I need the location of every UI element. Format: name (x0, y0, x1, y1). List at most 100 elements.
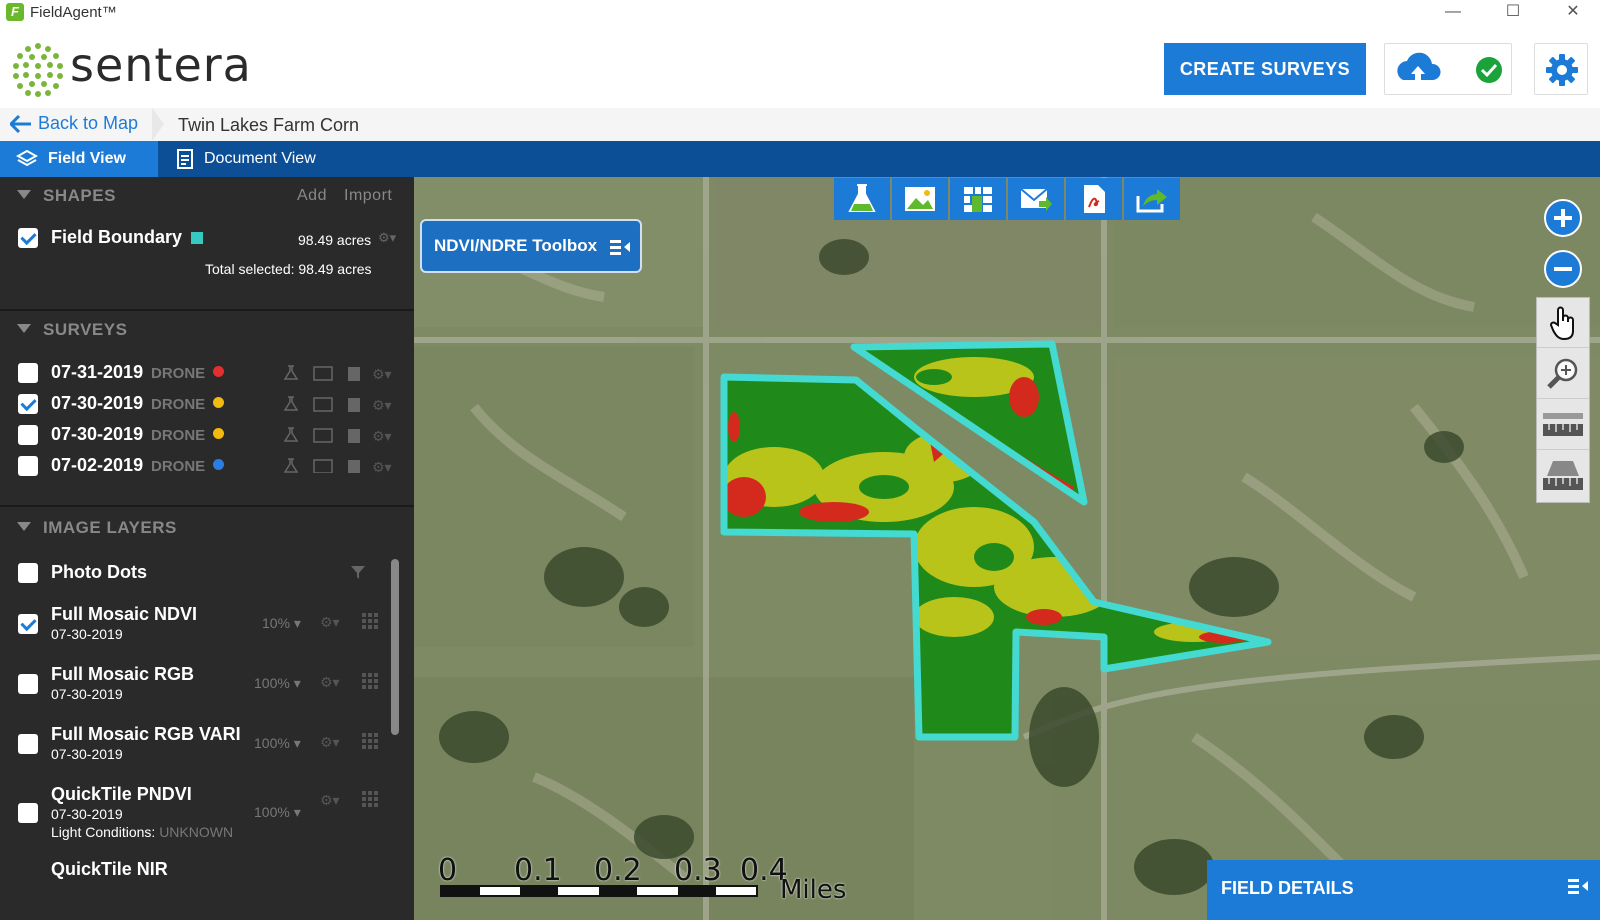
tiles-tool-button[interactable] (950, 178, 1006, 220)
hand-pointer-icon (1549, 306, 1574, 340)
survey-type: DRONE (151, 427, 225, 444)
layer-checkbox[interactable] (18, 674, 38, 694)
svg-text:⚙▾: ⚙▾ (320, 735, 340, 751)
collapse-icon[interactable] (17, 324, 31, 333)
layer-checkbox[interactable] (18, 734, 38, 754)
image-layers-header[interactable]: IMAGE LAYERS (0, 509, 414, 545)
map-view[interactable]: NDVI/NDRE Toolbox 0 0.1 0.2 0.3 0.4 Mile… (414, 177, 1600, 920)
opacity-select[interactable]: 100% ▾ (254, 735, 301, 752)
layer-date: 07-30-2019 (51, 626, 123, 642)
svg-text:⚙▾: ⚙▾ (320, 793, 340, 809)
layer-name: Full Mosaic RGB VARI (51, 724, 241, 744)
field-boundary-checkbox[interactable] (18, 228, 38, 248)
survey-checkbox[interactable] (18, 425, 38, 445)
create-surveys-button[interactable]: CREATE SURVEYS (1164, 43, 1366, 95)
share-tool-button[interactable] (1124, 178, 1180, 220)
layer-name: QuickTile PNDVI (51, 784, 192, 804)
zoom-in-button[interactable] (1544, 199, 1582, 237)
app-header: sentera CREATE SURVEYS (0, 26, 1600, 108)
tab-field-view[interactable]: Field View (0, 141, 158, 177)
pdf-tool-button[interactable] (1066, 178, 1122, 220)
minimize-button[interactable]: — (1430, 0, 1476, 26)
svg-text:⚙▾: ⚙▾ (320, 615, 340, 631)
pan-tool-button[interactable] (1537, 298, 1589, 348)
image-tool-button[interactable] (892, 178, 948, 220)
zoom-out-button[interactable] (1544, 250, 1582, 288)
mail-icon (1020, 188, 1052, 211)
breadcrumb: Back to Map Twin Lakes Farm Corn (0, 108, 1600, 141)
collapse-icon[interactable] (17, 522, 31, 531)
toolbox-label[interactable]: NDVI/NDRE Toolbox (434, 236, 597, 255)
magnifier-icon (1547, 358, 1578, 389)
menu-collapse-icon (1568, 879, 1588, 894)
gear-icon[interactable]: ⚙▾ (378, 230, 400, 245)
zoom-tool-button[interactable] (1537, 349, 1589, 399)
settings-button[interactable] (1534, 43, 1588, 95)
analysis-tool-button[interactable] (834, 178, 890, 220)
svg-text:⚙▾: ⚙▾ (372, 460, 392, 473)
layer-checkbox[interactable] (18, 614, 38, 634)
pdf-icon (1084, 185, 1105, 213)
total-selected: Total selected: 98.49 acres (205, 261, 372, 277)
field-details-button[interactable]: FIELD DETAILS (1207, 860, 1600, 920)
area-measure-icon (1543, 461, 1583, 490)
app-title: FieldAgent™ (30, 4, 117, 21)
survey-checkbox[interactable] (18, 456, 38, 476)
svg-text:⚙▾: ⚙▾ (372, 429, 392, 445)
filter-icon[interactable] (350, 564, 366, 580)
arrow-left-icon (10, 114, 31, 133)
flask-icon (848, 184, 876, 212)
scale-tick-label: 0.1 (514, 853, 562, 888)
collapse-icon[interactable] (17, 190, 31, 199)
layer-name: Full Mosaic RGB (51, 664, 195, 684)
sync-status[interactable] (1384, 43, 1512, 95)
notes-icon (348, 367, 360, 473)
status-dot (213, 428, 225, 439)
tab-document-view[interactable]: Document View (176, 141, 316, 177)
svg-text:⚙▾: ⚙▾ (372, 398, 392, 414)
layer-tool-icons[interactable]: ⚙▾ ⚙▾ ⚙▾ ⚙▾ (318, 607, 388, 817)
satellite-map[interactable] (414, 177, 1600, 920)
survey-date: 07-30-2019 (51, 424, 144, 444)
ndvi-toolbox-button[interactable]: NDVI/NDRE Toolbox (420, 219, 642, 273)
shapes-title: SHAPES (43, 186, 116, 205)
gear-icon: ⚙▾ ⚙▾ ⚙▾ ⚙▾ (320, 615, 340, 809)
gear-icon (1546, 54, 1578, 86)
scale-tick-label: 0.2 (594, 853, 642, 888)
tiles-icon (964, 187, 992, 212)
survey-checkbox[interactable] (18, 394, 38, 414)
survey-type: DRONE (151, 365, 225, 382)
light-conditions: Light Conditions: UNKNOWN (51, 824, 234, 840)
maximize-button[interactable]: ☐ (1490, 0, 1536, 26)
survey-tool-icons[interactable]: ⚙▾ ⚙▾ ⚙▾ ⚙▾ (282, 363, 412, 473)
tab-field-view-label[interactable]: Field View (48, 150, 126, 168)
back-label[interactable]: Back to Map (38, 113, 138, 134)
opacity-select[interactable]: 10% ▾ (262, 615, 301, 632)
share-icon (1136, 189, 1167, 213)
close-window-button[interactable]: ✕ (1550, 0, 1596, 26)
add-shape-button[interactable]: Add (297, 187, 327, 205)
cloud-upload-icon (1397, 52, 1441, 80)
layer-checkbox[interactable] (18, 803, 38, 823)
back-to-map-link[interactable]: Back to Map (10, 113, 138, 134)
photo-dots-checkbox[interactable] (18, 563, 38, 583)
layer-name: QuickTile NIR (51, 859, 168, 879)
sidebar-scrollbar[interactable] (391, 559, 399, 735)
sidebar: SHAPES Add Import Field Boundary 98.49 a… (0, 177, 414, 920)
measure-distance-button[interactable] (1537, 400, 1589, 450)
scale-tick-label: 0 (438, 853, 458, 888)
page-title: Twin Lakes Farm Corn (178, 115, 360, 135)
survey-checkbox[interactable] (18, 363, 38, 383)
email-tool-button[interactable] (1008, 178, 1064, 220)
opacity-select[interactable]: 100% ▾ (254, 675, 301, 692)
app-logo-icon: F (6, 3, 24, 21)
opacity-select[interactable]: 100% ▾ (254, 804, 301, 821)
view-tabs: Field View Document View (0, 141, 1600, 177)
tab-document-view-label[interactable]: Document View (204, 150, 316, 168)
measure-area-button[interactable] (1537, 451, 1589, 501)
field-details-label[interactable]: FIELD DETAILS (1221, 878, 1354, 898)
import-shape-button[interactable]: Import (344, 187, 392, 205)
shapes-header[interactable]: SHAPES Add Import (0, 177, 414, 213)
surveys-header[interactable]: SURVEYS (0, 311, 414, 347)
field-boundary-acres: 98.49 acres (298, 232, 372, 248)
